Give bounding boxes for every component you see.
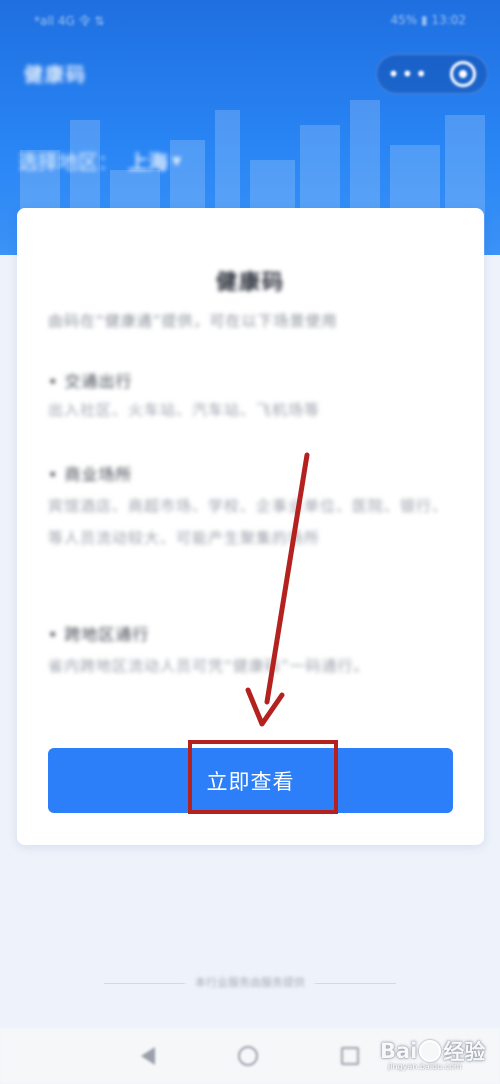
section-text-commercial: 宾馆酒店、商超市场、学校、企事业单位、医院、银行、等人员流动较大、可能产生聚集的… [48, 497, 449, 547]
region-value: 上海 [128, 150, 168, 174]
back-icon[interactable] [141, 1047, 156, 1065]
mini-program-capsule: ••• [376, 54, 488, 94]
app-title: 健康码 [24, 64, 88, 86]
health-code-card: 健康码 由码在“健康通”提供，可在以下场景使用 • 交通出行 出入社区、火车站、… [17, 208, 484, 845]
footer-text-label: 本行业服务由服务提供 [185, 976, 315, 989]
paw-logo-icon [419, 1040, 442, 1062]
caret-down-icon: ▼ [172, 153, 182, 168]
close-mini-program-icon[interactable] [450, 61, 477, 87]
status-bar: *all 4G 令 ⇅ 45% ▮ 13:02 [0, 0, 500, 40]
status-bar-battery-time: 45% ▮ 13:02 [390, 13, 467, 27]
section-title-transport: • 交通出行 [48, 372, 133, 391]
watermark-brand-left: Bai [380, 1039, 418, 1063]
section-text-cross-region: 省内跨地区流动人员可凭“健康码”一码通行。 [48, 657, 370, 675]
home-icon[interactable] [237, 1046, 258, 1066]
section-text-transport: 出入社区、火车站、汽车站、飞机场等 [48, 401, 321, 419]
card-description: 由码在“健康通”提供，可在以下场景使用 [48, 312, 338, 330]
watermark-url: jingyan.baidu.com [388, 1062, 462, 1071]
recent-apps-icon[interactable] [340, 1047, 359, 1065]
card-title: 健康码 [216, 270, 285, 294]
footer-text: 本行业服务由服务提供 [0, 974, 500, 990]
status-bar-signal: *all 4G 令 ⇅ [34, 13, 105, 28]
section-title-cross-region: • 跨地区通行 [48, 625, 150, 644]
region-selector[interactable]: 选择地区： 上海 ▼ [18, 146, 181, 175]
section-title-commercial: • 商业场所 [48, 465, 133, 484]
region-label: 选择地区： [18, 150, 118, 174]
view-now-button[interactable]: 立即查看 [48, 748, 453, 813]
more-options-icon[interactable]: ••• [388, 64, 429, 84]
